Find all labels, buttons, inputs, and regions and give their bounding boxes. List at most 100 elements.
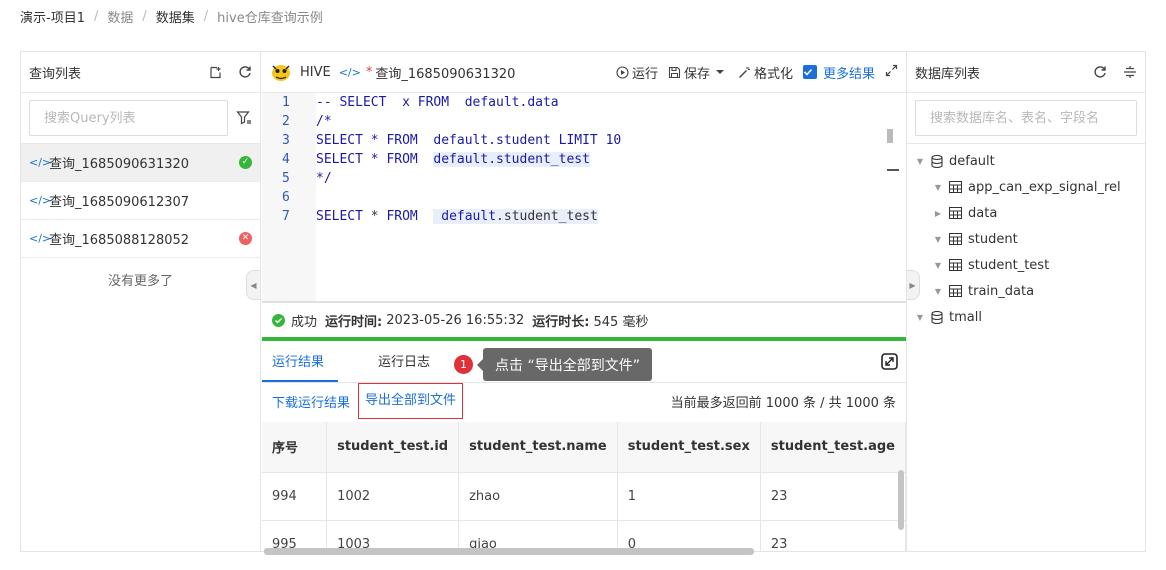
database-icon	[931, 154, 943, 168]
code-line: 7 SELECT * FROM default.student_test	[282, 209, 598, 224]
tree-node-table[interactable]: ▼ student	[907, 226, 1145, 252]
expand-icon[interactable]	[885, 64, 898, 81]
tab-logs[interactable]: 运行日志	[368, 345, 440, 382]
collapse-all-icon[interactable]	[1123, 65, 1137, 79]
query-list-title: 查询列表	[29, 66, 82, 82]
editor-panel: HIVE </> * 查询_1685090631320 运行 保存 格式化 更多…	[262, 52, 906, 555]
duration-value: 545 毫秒	[593, 314, 649, 330]
collapse-left-handle[interactable]: ◀	[246, 270, 260, 300]
minimap-marker	[887, 169, 899, 171]
no-more-text: 没有更多了	[107, 274, 173, 289]
check-icon	[802, 65, 817, 79]
caret-right-icon[interactable]: ▶	[933, 209, 943, 218]
tree-node-table[interactable]: ▼ train_data	[907, 278, 1145, 304]
unsaved-marker: *	[365, 64, 373, 80]
query-list-header: 查询列表	[21, 52, 260, 93]
database-search-input[interactable]	[915, 100, 1137, 136]
filter-icon[interactable]	[236, 110, 252, 126]
result-actions: 下载运行结果 导出全部到文件 当前最多返回前 1000 条 / 共 1000 条	[262, 383, 906, 419]
breadcrumb: 演示-项目1 / 数据 / 数据集 / hive仓库查询示例	[20, 7, 323, 26]
caret-down-icon[interactable]: ▼	[933, 183, 943, 192]
column-header[interactable]: student_test.sex	[617, 422, 761, 473]
table-icon	[949, 181, 962, 193]
caret-down-icon[interactable]: ▼	[915, 313, 925, 322]
tree-node-table[interactable]: ▶ data	[907, 200, 1145, 226]
database-search	[907, 93, 1145, 144]
new-query-icon[interactable]	[208, 65, 222, 79]
table-icon	[949, 285, 962, 297]
table-cell: 995	[262, 520, 328, 551]
caret-down-icon[interactable]: ▼	[915, 157, 925, 166]
database-tree: ▼ default ▼ app_can_exp_signal_rel ▶ dat…	[907, 144, 1145, 330]
guide-tooltip: 点击 “导出全部到文件”	[477, 348, 652, 381]
export-all-button[interactable]: 导出全部到文件	[358, 383, 464, 419]
code-icon: </>	[29, 156, 52, 169]
caret-down-icon[interactable]: ▼	[933, 235, 943, 244]
run-time-label: 运行时间:	[325, 314, 383, 330]
code-icon: </>	[29, 194, 52, 207]
result-tabs: 运行结果 运行日志 1 点击 “导出全部到文件”	[262, 345, 906, 383]
code-line: 4 SELECT * FROM default.student_test	[282, 152, 590, 167]
refresh-icon[interactable]	[238, 65, 252, 79]
more-results-checkbox[interactable]: 更多结果	[802, 63, 875, 82]
breadcrumb-current: hive仓库查询示例	[217, 10, 323, 26]
table-cell: 23	[760, 520, 906, 551]
breadcrumb-dataset[interactable]: 数据集	[156, 7, 195, 26]
minimap-marker	[887, 129, 893, 143]
tree-node-default[interactable]: ▼ default	[907, 148, 1145, 174]
horizontal-scrollbar[interactable]	[264, 548, 754, 555]
table-cell: 1	[617, 472, 761, 521]
caret-down-icon[interactable]: ▼	[933, 287, 943, 296]
column-header[interactable]: 序号	[262, 422, 328, 473]
table-cell: 1003	[326, 520, 460, 551]
breadcrumb-project[interactable]: 演示-项目1	[20, 7, 85, 26]
table-cell: 0	[617, 520, 761, 551]
table-cell: zhao	[458, 472, 618, 521]
database-header: 数据库列表	[907, 52, 1145, 93]
play-icon	[616, 65, 629, 79]
download-results-link[interactable]: 下载运行结果	[272, 392, 350, 411]
tree-node-table[interactable]: ▼ app_can_exp_signal_rel	[907, 174, 1145, 200]
format-button[interactable]: 格式化	[738, 63, 793, 82]
code-icon: </>	[338, 65, 361, 79]
query-item[interactable]: </> 查询_1685090612307	[21, 182, 260, 220]
column-header[interactable]: student_test.name	[458, 422, 618, 473]
tree-node-table[interactable]: ▼ student_test	[907, 252, 1145, 278]
column-header[interactable]: student_test.id	[326, 422, 460, 473]
error-icon: ✕	[239, 232, 252, 245]
result-count: 当前最多返回前 1000 条 / 共 1000 条	[670, 395, 896, 411]
duration-label: 运行时长:	[532, 314, 590, 330]
query-item[interactable]: </> 查询_1685090631320 ✓	[21, 144, 260, 182]
table-icon	[949, 259, 962, 271]
refresh-icon[interactable]	[1093, 65, 1107, 79]
fullscreen-icon[interactable]	[881, 353, 898, 374]
vertical-scrollbar[interactable]	[898, 470, 904, 530]
engine-label: HIVE	[300, 64, 331, 80]
breadcrumb-data[interactable]: 数据	[107, 7, 133, 26]
caret-down-icon[interactable]: ▼	[933, 261, 943, 270]
table-header-row: 序号 student_test.id student_test.name stu…	[262, 422, 906, 473]
code-icon: </>	[29, 232, 52, 245]
table-cell: 994	[262, 472, 328, 521]
tab-results[interactable]: 运行结果	[262, 345, 338, 382]
query-name[interactable]: 查询_1685090631320	[375, 63, 606, 82]
success-icon	[272, 313, 285, 327]
query-item[interactable]: </> 查询_1685088128052 ✕	[21, 220, 260, 258]
table-cell: 23	[760, 472, 906, 521]
table-icon	[949, 233, 962, 245]
caret-down-icon	[715, 70, 724, 74]
code-line: 5 */	[282, 171, 332, 186]
query-search-input[interactable]	[29, 100, 228, 136]
tree-node-tmall[interactable]: ▼ tmall	[907, 304, 1145, 330]
column-header[interactable]: student_test.age	[760, 422, 906, 473]
query-search	[21, 93, 260, 144]
run-time-value: 2023-05-26 16:55:32	[386, 312, 525, 328]
save-button[interactable]: 保存	[668, 63, 728, 82]
table-cell: qiao	[458, 520, 618, 551]
success-icon: ✓	[239, 156, 252, 169]
sql-editor[interactable]: 1 -- SELECT x FROM default.data 2/* 3 SELE…	[262, 93, 906, 303]
code-line: 6	[282, 190, 290, 205]
run-button[interactable]: 运行	[616, 63, 658, 82]
code-line: 3 SELECT * FROM default.student LIMIT 10	[282, 133, 622, 148]
table-row: 994 1002 zhao 1 23	[262, 472, 906, 521]
